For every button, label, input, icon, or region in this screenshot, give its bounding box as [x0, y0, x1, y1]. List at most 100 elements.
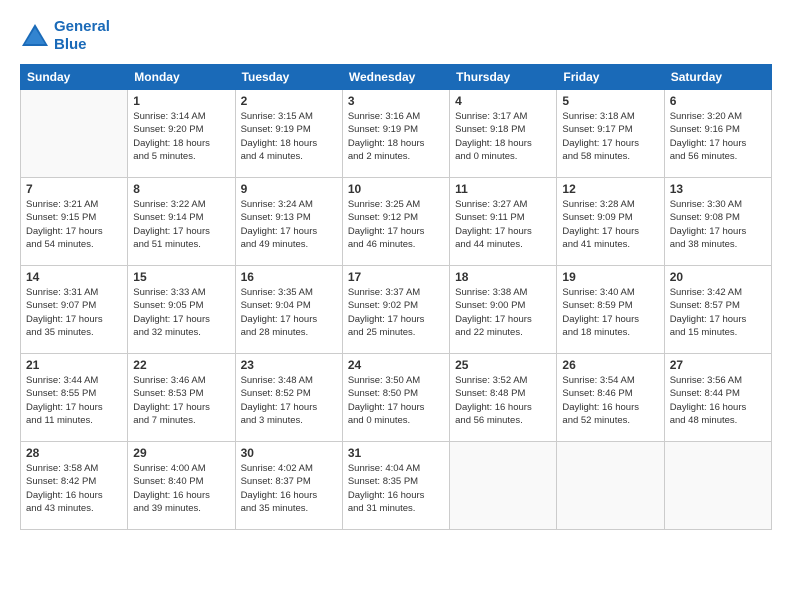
cell-info: Sunrise: 3:14 AM Sunset: 9:20 PM Dayligh…: [133, 110, 229, 163]
day-header-monday: Monday: [128, 65, 235, 90]
cell-info: Sunrise: 3:56 AM Sunset: 8:44 PM Dayligh…: [670, 374, 766, 427]
calendar-cell: [557, 442, 664, 530]
calendar-cell: 5Sunrise: 3:18 AM Sunset: 9:17 PM Daylig…: [557, 90, 664, 178]
cell-info: Sunrise: 3:33 AM Sunset: 9:05 PM Dayligh…: [133, 286, 229, 339]
cell-date: 16: [241, 270, 337, 284]
calendar-cell: 30Sunrise: 4:02 AM Sunset: 8:37 PM Dayli…: [235, 442, 342, 530]
cell-info: Sunrise: 3:20 AM Sunset: 9:16 PM Dayligh…: [670, 110, 766, 163]
calendar-cell: 13Sunrise: 3:30 AM Sunset: 9:08 PM Dayli…: [664, 178, 771, 266]
day-header-saturday: Saturday: [664, 65, 771, 90]
calendar-cell: 2 Sunrise: 3:15 AM Sunset: 9:19 PM Daylig…: [235, 90, 342, 178]
cell-date: 14: [26, 270, 122, 284]
cell-info: Sunrise: 3:44 AM Sunset: 8:55 PM Dayligh…: [26, 374, 122, 427]
cell-info: Sunrise: 4:00 AM Sunset: 8:40 PM Dayligh…: [133, 462, 229, 515]
cell-info: Sunrise: 4:02 AM Sunset: 8:37 PM Dayligh…: [241, 462, 337, 515]
cell-date: 27: [670, 358, 766, 372]
cell-date: 9: [241, 182, 337, 196]
cell-info: Sunrise: 3:28 AM Sunset: 9:09 PM Dayligh…: [562, 198, 658, 251]
calendar-cell: 6 Sunrise: 3:20 AM Sunset: 9:16 PM Daylig…: [664, 90, 771, 178]
logo: General Blue: [20, 18, 110, 54]
cell-date: 5: [562, 94, 658, 108]
cell-date: 17: [348, 270, 444, 284]
cell-info: Sunrise: 3:58 AM Sunset: 8:42 PM Dayligh…: [26, 462, 122, 515]
week-row-4: 21 Sunrise: 3:44 AM Sunset: 8:55 PM Dayli…: [21, 354, 772, 442]
cell-date: 2: [241, 94, 337, 108]
cell-date: 28: [26, 446, 122, 460]
cell-date: 8: [133, 182, 229, 196]
cell-info: Sunrise: 3:48 AM Sunset: 8:52 PM Dayligh…: [241, 374, 337, 427]
calendar-cell: 14 Sunrise: 3:31 AM Sunset: 9:07 PM Dayli…: [21, 266, 128, 354]
cell-info: Sunrise: 3:50 AM Sunset: 8:50 PM Dayligh…: [348, 374, 444, 427]
calendar-cell: 24Sunrise: 3:50 AM Sunset: 8:50 PM Dayli…: [342, 354, 449, 442]
cell-date: 31: [348, 446, 444, 460]
day-header-friday: Friday: [557, 65, 664, 90]
calendar-cell: 10 Sunrise: 3:25 AM Sunset: 9:12 PM Dayli…: [342, 178, 449, 266]
cell-info: Sunrise: 3:52 AM Sunset: 8:48 PM Dayligh…: [455, 374, 551, 427]
day-header-thursday: Thursday: [450, 65, 557, 90]
cell-info: Sunrise: 3:17 AM Sunset: 9:18 PM Dayligh…: [455, 110, 551, 163]
cell-date: 23: [241, 358, 337, 372]
cell-date: 1: [133, 94, 229, 108]
calendar-cell: 12 Sunrise: 3:28 AM Sunset: 9:09 PM Dayli…: [557, 178, 664, 266]
cell-info: Sunrise: 3:35 AM Sunset: 9:04 PM Dayligh…: [241, 286, 337, 339]
page: General Blue SundayMondayTuesdayWednesda…: [0, 0, 792, 612]
calendar-cell: 3Sunrise: 3:16 AM Sunset: 9:19 PM Daylig…: [342, 90, 449, 178]
cell-date: 20: [670, 270, 766, 284]
cell-info: Sunrise: 4:04 AM Sunset: 8:35 PM Dayligh…: [348, 462, 444, 515]
calendar-cell: 8 Sunrise: 3:22 AM Sunset: 9:14 PM Daylig…: [128, 178, 235, 266]
day-header-wednesday: Wednesday: [342, 65, 449, 90]
cell-date: 15: [133, 270, 229, 284]
cell-date: 25: [455, 358, 551, 372]
cell-info: Sunrise: 3:38 AM Sunset: 9:00 PM Dayligh…: [455, 286, 551, 339]
day-header-sunday: Sunday: [21, 65, 128, 90]
calendar-cell: 23 Sunrise: 3:48 AM Sunset: 8:52 PM Dayli…: [235, 354, 342, 442]
calendar-cell: 28 Sunrise: 3:58 AM Sunset: 8:42 PM Dayli…: [21, 442, 128, 530]
cell-info: Sunrise: 3:15 AM Sunset: 9:19 PM Dayligh…: [241, 110, 337, 163]
calendar-cell: 9 Sunrise: 3:24 AM Sunset: 9:13 PM Daylig…: [235, 178, 342, 266]
cell-date: 21: [26, 358, 122, 372]
cell-date: 29: [133, 446, 229, 460]
calendar-cell: 7 Sunrise: 3:21 AM Sunset: 9:15 PM Daylig…: [21, 178, 128, 266]
cell-date: 10: [348, 182, 444, 196]
calendar-table: SundayMondayTuesdayWednesdayThursdayFrid…: [20, 64, 772, 530]
cell-info: Sunrise: 3:21 AM Sunset: 9:15 PM Dayligh…: [26, 198, 122, 251]
calendar-cell: 11 Sunrise: 3:27 AM Sunset: 9:11 PM Dayli…: [450, 178, 557, 266]
cell-info: Sunrise: 3:22 AM Sunset: 9:14 PM Dayligh…: [133, 198, 229, 251]
cell-date: 4: [455, 94, 551, 108]
calendar-cell: 16 Sunrise: 3:35 AM Sunset: 9:04 PM Dayli…: [235, 266, 342, 354]
calendar-cell: [450, 442, 557, 530]
cell-info: Sunrise: 3:54 AM Sunset: 8:46 PM Dayligh…: [562, 374, 658, 427]
cell-date: 7: [26, 182, 122, 196]
calendar-cell: 26Sunrise: 3:54 AM Sunset: 8:46 PM Dayli…: [557, 354, 664, 442]
week-row-5: 28 Sunrise: 3:58 AM Sunset: 8:42 PM Dayli…: [21, 442, 772, 530]
cell-info: Sunrise: 3:27 AM Sunset: 9:11 PM Dayligh…: [455, 198, 551, 251]
week-row-3: 14 Sunrise: 3:31 AM Sunset: 9:07 PM Dayli…: [21, 266, 772, 354]
calendar-cell: 19 Sunrise: 3:40 AM Sunset: 8:59 PM Dayli…: [557, 266, 664, 354]
cell-info: Sunrise: 3:25 AM Sunset: 9:12 PM Dayligh…: [348, 198, 444, 251]
header: General Blue: [20, 18, 772, 54]
cell-info: Sunrise: 3:24 AM Sunset: 9:13 PM Dayligh…: [241, 198, 337, 251]
cell-info: Sunrise: 3:30 AM Sunset: 9:08 PM Dayligh…: [670, 198, 766, 251]
cell-date: 3: [348, 94, 444, 108]
cell-info: Sunrise: 3:46 AM Sunset: 8:53 PM Dayligh…: [133, 374, 229, 427]
calendar-cell: 25 Sunrise: 3:52 AM Sunset: 8:48 PM Dayli…: [450, 354, 557, 442]
calendar-cell: 31 Sunrise: 4:04 AM Sunset: 8:35 PM Dayli…: [342, 442, 449, 530]
cell-date: 11: [455, 182, 551, 196]
logo-icon: [20, 22, 50, 50]
cell-info: Sunrise: 3:31 AM Sunset: 9:07 PM Dayligh…: [26, 286, 122, 339]
cell-info: Sunrise: 3:42 AM Sunset: 8:57 PM Dayligh…: [670, 286, 766, 339]
calendar-cell: 27 Sunrise: 3:56 AM Sunset: 8:44 PM Dayli…: [664, 354, 771, 442]
cell-date: 6: [670, 94, 766, 108]
cell-date: 22: [133, 358, 229, 372]
week-row-1: 1 Sunrise: 3:14 AM Sunset: 9:20 PM Daylig…: [21, 90, 772, 178]
cell-date: 12: [562, 182, 658, 196]
calendar-cell: 4 Sunrise: 3:17 AM Sunset: 9:18 PM Daylig…: [450, 90, 557, 178]
calendar-cell: 18Sunrise: 3:38 AM Sunset: 9:00 PM Dayli…: [450, 266, 557, 354]
calendar-cell: 21 Sunrise: 3:44 AM Sunset: 8:55 PM Dayli…: [21, 354, 128, 442]
cell-info: Sunrise: 3:40 AM Sunset: 8:59 PM Dayligh…: [562, 286, 658, 339]
calendar-header-row: SundayMondayTuesdayWednesdayThursdayFrid…: [21, 65, 772, 90]
day-header-tuesday: Tuesday: [235, 65, 342, 90]
calendar-cell: 29 Sunrise: 4:00 AM Sunset: 8:40 PM Dayli…: [128, 442, 235, 530]
calendar-cell: 15 Sunrise: 3:33 AM Sunset: 9:05 PM Dayli…: [128, 266, 235, 354]
cell-date: 19: [562, 270, 658, 284]
